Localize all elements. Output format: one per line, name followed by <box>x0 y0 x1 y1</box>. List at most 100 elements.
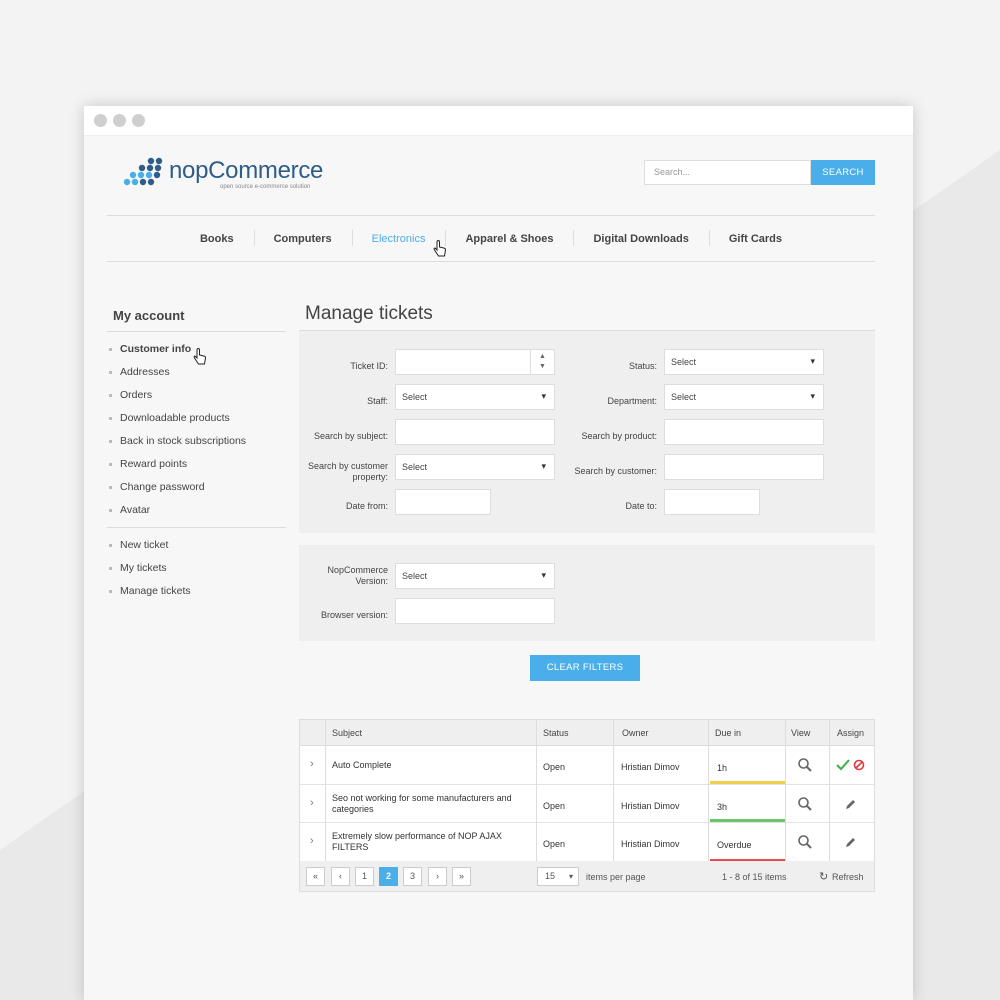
sidebar-item-manage-tickets[interactable]: Manage tickets <box>109 584 289 607</box>
ticket-id-stepper[interactable]: ▲ ▼ <box>530 350 554 374</box>
browser-version-label: Browser version: <box>320 610 388 620</box>
nav-item-apparel[interactable]: Apparel & Shoes <box>445 229 573 246</box>
refresh-button[interactable]: Refresh <box>832 872 864 882</box>
ticket-owner: Hristian Dimov <box>621 800 680 811</box>
search-subject-input[interactable] <box>395 419 555 445</box>
logo[interactable]: nopCommerce open source e-commerce solut… <box>122 157 323 193</box>
col-owner[interactable]: Owner <box>622 728 649 738</box>
ticket-subject[interactable]: Seo not working for some manufacturers a… <box>332 793 527 815</box>
col-due-in[interactable]: Due in <box>715 728 741 738</box>
nav-item-gift-cards[interactable]: Gift Cards <box>708 229 802 246</box>
items-per-page-label: items per page <box>586 872 646 882</box>
expand-chevron-icon[interactable]: › <box>310 835 314 847</box>
search-customer-label: Search by customer: <box>574 466 657 476</box>
table-row[interactable]: › Extremely slow performance of NOP AJAX… <box>300 823 874 862</box>
reject-ban-icon[interactable] <box>853 759 865 771</box>
col-divider <box>613 720 614 862</box>
tickets-menu: New ticket My tickets Manage tickets <box>109 538 289 607</box>
view-magnifier-icon[interactable] <box>797 834 813 850</box>
sidebar-item-my-tickets[interactable]: My tickets <box>109 561 289 584</box>
ticket-status: Open <box>543 800 566 811</box>
expand-chevron-icon[interactable]: › <box>310 797 314 809</box>
sidebar-item-change-password[interactable]: Change password <box>109 480 289 503</box>
table-row[interactable]: › Auto Complete Open Hristian Dimov 1h <box>300 746 874 785</box>
nav-bottom-divider <box>107 261 875 262</box>
search-customer-input[interactable] <box>664 454 824 480</box>
ticket-status: Open <box>543 839 566 849</box>
ticket-id-label: Ticket ID: <box>350 361 388 371</box>
sidebar-item-addresses[interactable]: Addresses <box>109 365 289 388</box>
staff-label: Staff: <box>367 396 388 406</box>
ticket-id-input[interactable]: ▲ ▼ <box>395 349 555 375</box>
chevron-down-icon: ▾ <box>568 872 573 881</box>
ticket-status: Open <box>543 762 566 772</box>
table-row[interactable]: › Seo not working for some manufacturers… <box>300 785 874 823</box>
view-magnifier-icon[interactable] <box>797 796 813 812</box>
version-filter-panel: NopCommerce Version: Select Browser vers… <box>299 545 875 641</box>
account-menu: Customer info Addresses Orders Downloada… <box>109 342 289 526</box>
window-close-dot[interactable] <box>94 114 107 127</box>
refresh-icon[interactable]: ↻ <box>819 870 828 883</box>
sidebar-item-orders[interactable]: Orders <box>109 388 289 411</box>
tickets-table: Subject Status Owner Due in View Assign … <box>299 719 875 863</box>
browser-window: nopCommerce open source e-commerce solut… <box>84 106 913 1000</box>
ticket-owner: Hristian Dimov <box>621 839 680 849</box>
sidebar-title: My account <box>113 308 185 323</box>
page-size-select[interactable]: 15 ▾ <box>537 867 579 886</box>
date-from-input[interactable] <box>395 489 491 515</box>
page-button[interactable]: 1 <box>355 867 374 886</box>
customer-property-select[interactable]: Select <box>395 454 555 480</box>
staff-select[interactable]: Select <box>395 384 555 410</box>
window-minimize-dot[interactable] <box>113 114 126 127</box>
next-page-icon[interactable]: › <box>428 867 447 886</box>
hand-cursor-icon <box>193 348 207 365</box>
status-select[interactable]: Select <box>664 349 824 375</box>
nop-version-select[interactable]: Select <box>395 563 555 589</box>
page-button[interactable]: 3 <box>403 867 422 886</box>
clear-filters-button[interactable]: CLEAR FILTERS <box>530 655 640 681</box>
col-divider <box>708 720 709 862</box>
date-to-input[interactable] <box>664 489 760 515</box>
search-product-input[interactable] <box>664 419 824 445</box>
ticket-subject[interactable]: Extremely slow performance of NOP AJAX F… <box>332 831 517 853</box>
sidebar-item-reward-points[interactable]: Reward points <box>109 457 289 480</box>
col-divider <box>785 720 786 862</box>
window-titlebar <box>84 106 913 136</box>
sidebar-item-downloadable-products[interactable]: Downloadable products <box>109 411 289 434</box>
search-button[interactable]: SEARCH <box>811 160 875 185</box>
pager-range-info: 1 - 8 of 15 items <box>722 872 787 882</box>
current-page-button[interactable]: 2 <box>379 867 398 886</box>
last-page-icon[interactable]: » <box>452 867 471 886</box>
first-page-icon[interactable]: « <box>306 867 325 886</box>
col-subject[interactable]: Subject <box>332 728 362 738</box>
search-customer-property-label: Search by customer property: <box>307 461 388 482</box>
search-product-label: Search by product: <box>581 431 657 441</box>
ticket-subject[interactable]: Auto Complete <box>332 760 532 770</box>
page-content: nopCommerce open source e-commerce solut… <box>84 136 913 1000</box>
nav-item-computers[interactable]: Computers <box>253 229 352 246</box>
ticket-due: 1h <box>717 763 728 773</box>
view-magnifier-icon[interactable] <box>797 757 813 773</box>
sidebar-divider <box>107 331 286 332</box>
window-maximize-dot[interactable] <box>132 114 145 127</box>
page-size-value: 15 <box>545 871 556 881</box>
sidebar-item-avatar[interactable]: Avatar <box>109 503 289 526</box>
nav-item-digital-downloads[interactable]: Digital Downloads <box>573 229 708 246</box>
expand-chevron-icon[interactable]: › <box>310 758 314 770</box>
browser-version-input[interactable] <box>395 598 555 624</box>
col-divider <box>829 720 830 862</box>
search-subject-label: Search by subject: <box>313 431 388 441</box>
page-title: Manage tickets <box>305 303 433 324</box>
accept-check-icon[interactable] <box>836 759 850 771</box>
nav-item-electronics[interactable]: Electronics <box>351 229 446 246</box>
search-input[interactable]: Search... <box>644 160 811 185</box>
pager: « ‹ 1 2 3 › » 15 ▾ items per page 1 - 8 … <box>299 861 875 892</box>
sidebar-item-back-in-stock[interactable]: Back in stock subscriptions <box>109 434 289 457</box>
edit-pencil-icon[interactable] <box>844 798 857 811</box>
department-select[interactable]: Select <box>664 384 824 410</box>
prev-page-icon[interactable]: ‹ <box>331 867 350 886</box>
nav-item-books[interactable]: Books <box>180 233 254 245</box>
edit-pencil-icon[interactable] <box>844 836 857 849</box>
sidebar-item-new-ticket[interactable]: New ticket <box>109 538 289 561</box>
col-status[interactable]: Status <box>543 728 569 738</box>
